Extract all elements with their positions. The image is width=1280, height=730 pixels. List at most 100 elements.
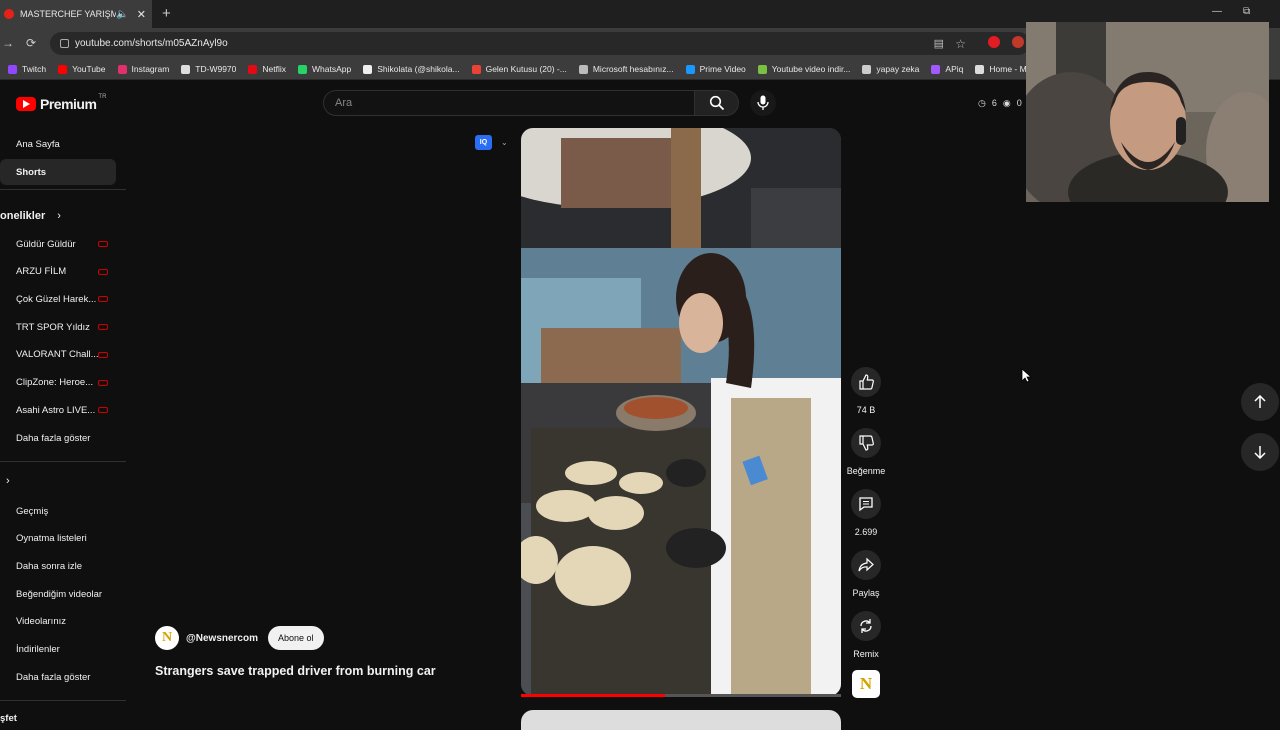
youtube-premium-logo[interactable]: Premium TR [16,94,106,112]
search-input[interactable]: Ara [323,90,695,116]
like-button[interactable]: 74 B [846,367,886,415]
bookmark-label: WhatsApp [312,64,352,74]
sidebar-item-subscription[interactable]: VALORANT Chall... [0,342,116,368]
video-progress-bar[interactable] [521,694,841,697]
sidebar-item-library[interactable]: Oynatma listeleri [0,526,116,552]
sidebar: Ana Sayfa Shorts onelikler › Güldür Güldü… [0,125,126,725]
sidebar-item-library[interactable]: İndirilenler [0,637,116,663]
voice-search-button[interactable] [750,90,776,116]
divider [0,461,126,462]
sidebar-item-subscription[interactable]: TRT SPOR Yıldız [0,314,116,340]
short-video-player[interactable] [521,128,841,696]
channel-handle[interactable]: @Newsnercom [186,633,258,644]
dislike-button[interactable]: Beğenme [846,428,886,476]
bookmark-item[interactable]: yapay zeka [862,64,919,74]
header-counters[interactable]: ◷ 6 ◉ 0 [978,98,1022,109]
youtube-play-icon [16,97,36,111]
share-label: Paylaş [852,588,880,598]
extension-icon[interactable] [1012,36,1024,48]
next-short-preview[interactable] [521,710,841,730]
sidebar-item-label: Asahi Astro LIVE... [16,404,96,416]
quality-badge: IQ [475,135,492,150]
sidebar-item-label: ClipZone: Heroe... [16,377,94,388]
bookmark-item[interactable]: APiq [931,64,963,74]
bookmark-item[interactable]: TD-W9970 [181,64,236,74]
sidebar-item-subscription[interactable]: Güldür Güldür [0,231,116,257]
speaker-icon[interactable]: 🔈 [116,9,128,20]
search-button[interactable] [695,90,739,116]
new-tab-button[interactable]: + [162,5,171,22]
remix-label: Remix [853,649,879,659]
bookmark-item[interactable]: Microsoft hesabınız... [578,64,674,74]
live-indicator-icon [98,268,108,275]
url-field[interactable]: youtube.com/shorts/m05AZnAyl9o ▤ ☆ [50,32,1030,55]
bookmark-item[interactable]: Twitch [8,64,46,74]
sidebar-item-home[interactable]: Ana Sayfa [0,131,116,157]
divider [0,700,126,701]
bookmark-favicon-icon [471,64,481,74]
bookmark-label: Prime Video [699,64,746,74]
sidebar-item-label: TRT SPOR Yıldız [16,321,90,333]
sidebar-item-subscription[interactable]: Asahi Astro LIVE... [0,397,116,423]
sidebar-item-library[interactable]: Geçmiş [0,498,116,524]
channel-thumbnail[interactable]: N [852,670,880,698]
bookmark-label: Youtube video indir... [771,64,851,74]
bookmark-item[interactable]: YouTube [58,64,106,74]
sidebar-item-label: ARZU FİLM [16,266,67,278]
sidebar-item-label: Beğendiğim videolar [16,588,103,600]
next-short-button[interactable] [1241,433,1279,471]
forward-icon[interactable]: → [2,36,14,50]
divider [0,189,126,190]
subscriptions-heading[interactable]: onelikler › [0,210,61,222]
sidebar-item-subscription[interactable]: ARZU FİLM [0,259,116,285]
sidebar-item-label: Geçmiş [16,505,49,517]
channel-avatar[interactable]: N [155,626,179,650]
subscribe-button[interactable]: Abone ol [268,626,324,650]
close-tab-icon[interactable]: ✕ [137,8,146,21]
bookmark-item[interactable]: Shikolata (@shikola... [363,64,460,74]
extension-icon[interactable] [988,36,1000,48]
quality-selector[interactable]: IQ ⌄ [475,135,508,150]
short-channel-row: N @Newsnercom Abone ol [155,626,324,650]
bookmark-item[interactable]: WhatsApp [298,64,351,74]
bookmark-item[interactable]: Youtube video indir... [757,64,851,74]
reload-icon[interactable]: ⟳ [26,36,36,50]
minimize-icon[interactable]: — [1212,6,1222,17]
bookmark-favicon-icon [298,64,308,74]
share-button[interactable]: Paylaş [846,550,886,598]
bookmark-favicon-icon [685,64,695,74]
sidebar-item-library[interactable]: Beğendiğim videolar [0,581,116,607]
sidebar-item-subscription[interactable]: Çok Güzel Harek... [0,286,116,312]
chevron-down-icon: ⌄ [501,138,508,147]
bookmark-label: Netflix [262,64,287,74]
sidebar-item-shorts[interactable]: Shorts [0,159,116,185]
sidebar-item-label: Güldür Güldür [16,238,76,250]
bookmark-label: Microsoft hesabınız... [592,64,674,74]
bookmark-star-icon[interactable]: ☆ [955,37,966,51]
show-more-button[interactable]: Daha fazla göster [0,425,116,451]
show-more-button[interactable]: Daha fazla göster [0,664,116,690]
install-app-icon[interactable]: ▤ [934,37,944,50]
previous-short-button[interactable] [1241,383,1279,421]
comments-button[interactable]: 2.699 [846,489,886,537]
video-frame-image [521,128,841,696]
bookmark-item[interactable]: Netflix [248,64,286,74]
restore-icon[interactable]: ⧉ [1243,6,1250,17]
comment-count: 2.699 [854,527,878,537]
remix-icon [860,619,872,633]
bookmark-item[interactable]: Prime Video [685,64,746,74]
sidebar-item-library[interactable]: Videolarınız [0,609,116,635]
bookmark-item[interactable]: Gelen Kutusu (20) -... [471,64,567,74]
sidebar-item-library[interactable]: Daha sonra izle [0,553,116,579]
eye-icon: ◉ [1002,98,1011,108]
logo-text: Premium [40,96,97,112]
sidebar-item-subscription[interactable]: ClipZone: Heroe... [0,370,116,396]
bookmark-item[interactable]: Instagram [117,64,169,74]
short-title[interactable]: Strangers save trapped driver from burni… [155,664,436,678]
comment-icon [859,497,873,512]
remix-button[interactable]: Remix [846,611,886,659]
chevron-right-icon[interactable]: › [6,475,10,487]
browser-tab[interactable]: MASTERCHEF YARIŞMACILA 🔈 ✕ [0,0,152,28]
bookmark-label: yapay zeka [876,64,920,74]
site-info-icon[interactable] [60,39,69,48]
